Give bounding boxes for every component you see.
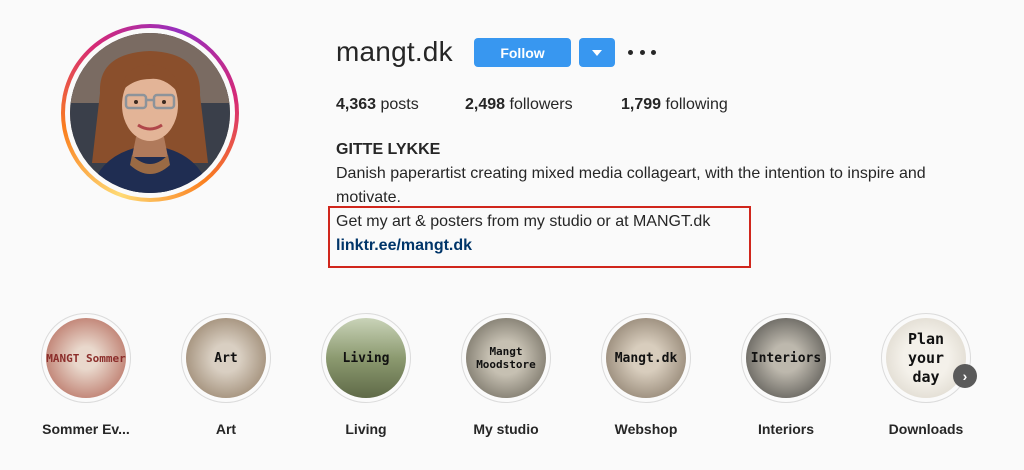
more-options-icon[interactable] (628, 42, 656, 62)
suggestions-dropdown-button[interactable] (579, 38, 615, 67)
followers-count[interactable]: 2,498 followers (465, 96, 573, 114)
story-highlights: MANGT Sommer Sommer Ev... Art Art Living… (0, 313, 1024, 453)
profile-full-name: GITTE LYKKE (336, 141, 441, 158)
profile-username: mangt.dk (336, 36, 453, 67)
highlight-interiors[interactable]: Interiors Interiors (731, 313, 841, 437)
highlight-art[interactable]: Art Art (171, 313, 281, 437)
highlight-my-studio[interactable]: Mangt Moodstore My studio (451, 313, 561, 437)
posts-count: 4,363 posts (336, 96, 419, 113)
follow-button[interactable]: Follow (474, 38, 571, 67)
annotation-highlight-box (328, 206, 751, 268)
highlight-sommer-events[interactable]: MANGT Sommer Sommer Ev... (31, 313, 141, 437)
highlights-next-arrow-icon[interactable]: › (953, 364, 977, 388)
bio-description: Danish paperartist creating mixed media … (336, 165, 926, 206)
highlight-living[interactable]: Living Living (311, 313, 421, 437)
profile-avatar[interactable] (61, 24, 239, 202)
following-count[interactable]: 1,799 following (621, 96, 728, 114)
highlight-webshop[interactable]: Mangt.dk Webshop (591, 313, 701, 437)
chevron-down-icon (592, 49, 602, 56)
